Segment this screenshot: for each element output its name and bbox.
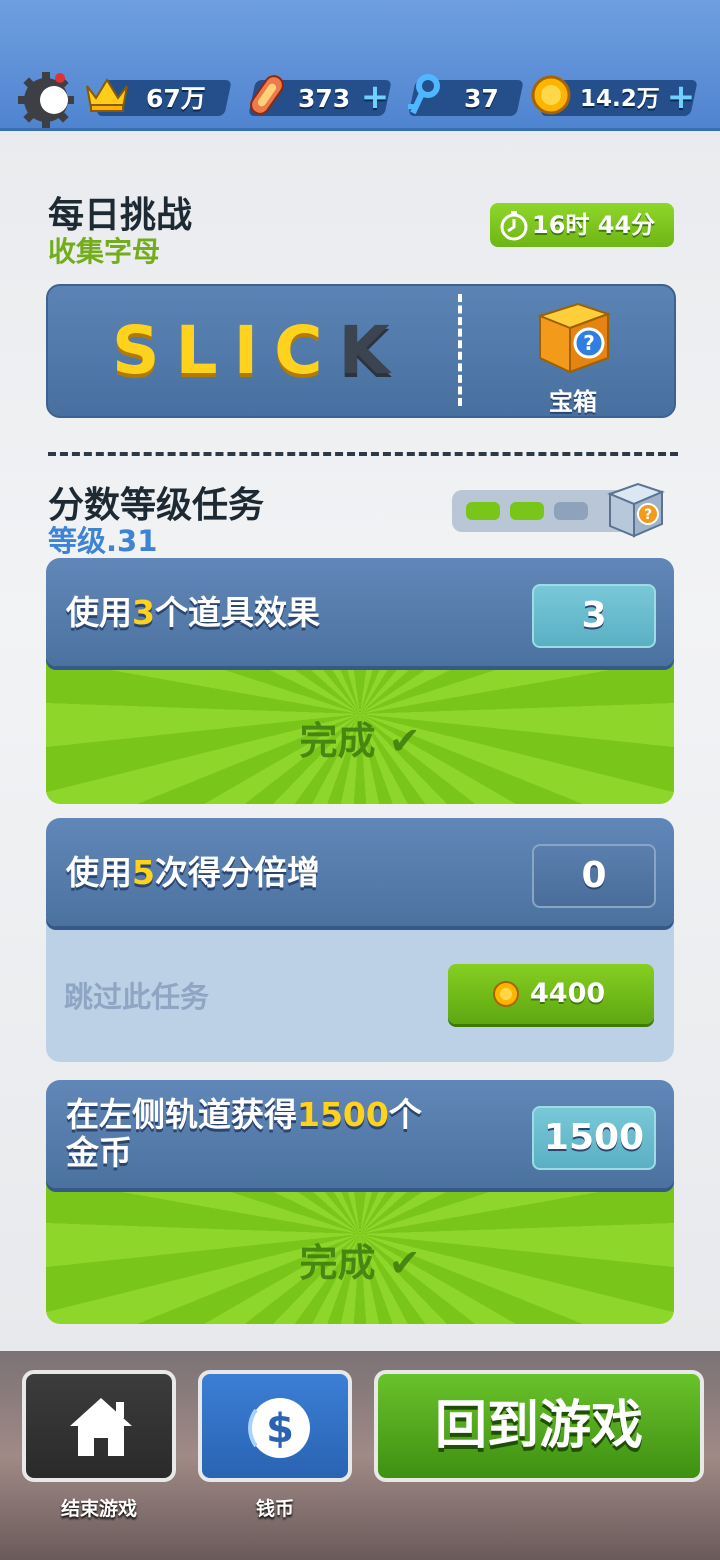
end-game-caption: 结束游戏 xyxy=(60,1498,137,1520)
mystery-box-icon[interactable]: ? xyxy=(526,296,618,376)
settings-gear-icon[interactable] xyxy=(16,70,76,130)
mission-card-1: 使用3个道具效果 3 xyxy=(46,558,674,666)
mission-card-2: 使用5次得分倍增 0 xyxy=(46,818,674,926)
coins-value: 14.2万 xyxy=(580,86,660,112)
letters-missing: K xyxy=(338,312,406,389)
coin-icon xyxy=(530,74,572,116)
coins-shop-caption: 钱币 xyxy=(255,1498,294,1520)
skip-mission-button[interactable]: 4400 xyxy=(448,964,654,1024)
mission-1-status: 完成 ✔ xyxy=(46,710,674,765)
mission-2-post: 次得分倍增 xyxy=(154,853,320,892)
mission-3-post2: 金币 xyxy=(66,1133,132,1172)
mission-2-num: 5 xyxy=(132,853,155,892)
score-missions-level: 等级.31 xyxy=(48,524,158,558)
mission-1-status-text: 完成 xyxy=(299,719,376,763)
mission-3-count: 1500 xyxy=(532,1106,656,1170)
coin-icon xyxy=(492,980,520,1008)
mission-3-num: 1500 xyxy=(297,1095,389,1134)
checkmark-icon: ✔ xyxy=(388,1241,421,1285)
home-icon xyxy=(66,1394,136,1460)
mission-2-text: 使用5次得分倍增 xyxy=(66,854,320,892)
crowns-value: 67万 xyxy=(146,84,206,113)
end-game-button[interactable] xyxy=(22,1370,176,1482)
hoverboard-icon xyxy=(244,72,290,118)
mission-2-skip-area: 跳过此任务 4400 xyxy=(46,922,674,1062)
checkmark-icon: ✔ xyxy=(388,719,421,763)
back-to-game-button[interactable]: 回到游戏 xyxy=(374,1370,704,1482)
mission-3-post: 个 xyxy=(388,1095,422,1134)
progress-segment xyxy=(510,502,544,520)
progress-segment xyxy=(554,502,588,520)
mission-1-text: 使用3个道具效果 xyxy=(66,594,320,632)
top-bar: 67万 373 + 37 14.2万 + xyxy=(0,0,720,131)
coins-shop-button[interactable]: $ xyxy=(198,1370,352,1482)
mission-1-complete-area: 完成 ✔ xyxy=(46,654,674,804)
mission-3-complete-area: 完成 ✔ xyxy=(46,1174,674,1324)
letters-collected: SLIC xyxy=(112,312,339,389)
svg-text:?: ? xyxy=(583,331,595,355)
boards-value: 373 xyxy=(298,84,351,113)
reward-label: 宝箱 xyxy=(549,388,597,416)
key-icon xyxy=(404,74,444,118)
mission-3-status-text: 完成 xyxy=(299,1241,376,1285)
mission-1-num: 3 xyxy=(132,593,155,632)
progress-box-icon: ? xyxy=(604,480,668,540)
skip-mission-label: 跳过此任务 xyxy=(64,980,210,1014)
mission-1-count: 3 xyxy=(532,584,656,648)
back-to-game-label: 回到游戏 xyxy=(434,1396,643,1456)
section-divider xyxy=(48,452,678,456)
daily-challenge-subtitle: 收集字母 xyxy=(48,235,161,268)
daily-timer-text: 16时 44分 xyxy=(532,211,656,239)
dollar-icon: $ xyxy=(242,1392,314,1464)
mission-3-text: 在左侧轨道获得1500个金币 xyxy=(66,1096,526,1172)
mission-3-pre: 在左侧轨道获得 xyxy=(66,1095,297,1134)
daily-timer: 16时 44分 xyxy=(490,203,674,247)
add-boards-button[interactable]: + xyxy=(358,80,392,116)
mission-3-status: 完成 ✔ xyxy=(46,1232,674,1287)
add-coins-button[interactable]: + xyxy=(664,80,698,116)
letters-card: SLICK ? 宝箱 xyxy=(46,284,676,418)
stopwatch-icon xyxy=(498,209,530,241)
mission-2-count: 0 xyxy=(532,844,656,908)
mission-1-post: 个道具效果 xyxy=(154,593,320,632)
crown-icon xyxy=(84,74,130,114)
mission-1-pre: 使用 xyxy=(66,593,132,632)
svg-text:$: $ xyxy=(266,1406,294,1452)
keys-value: 37 xyxy=(464,84,499,113)
collected-letters: SLICK xyxy=(112,314,406,388)
svg-text:?: ? xyxy=(644,507,652,523)
skip-cost: 4400 xyxy=(530,978,606,1009)
progress-segment xyxy=(466,502,500,520)
mission-card-3: 在左侧轨道获得1500个 金币 1500 xyxy=(46,1080,674,1188)
card-divider xyxy=(458,294,462,406)
mission-2-pre: 使用 xyxy=(66,853,132,892)
